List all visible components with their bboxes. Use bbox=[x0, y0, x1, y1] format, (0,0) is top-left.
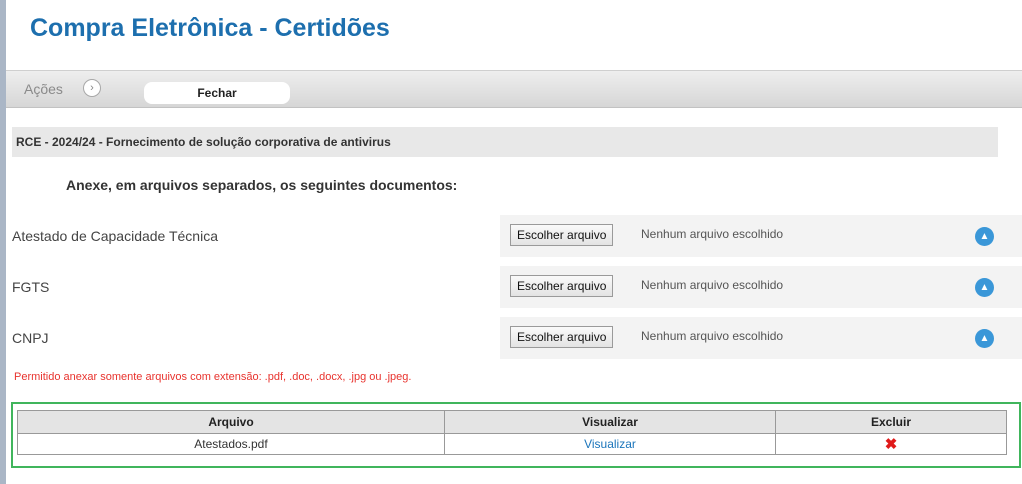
document-label: Atestado de Capacidade Técnica bbox=[12, 228, 218, 244]
actions-toolbar: Ações › Fechar bbox=[6, 70, 1022, 108]
upload-icon[interactable]: ▲ bbox=[975, 227, 994, 246]
document-label: CNPJ bbox=[12, 330, 49, 346]
page-title: Compra Eletrônica - Certidões bbox=[30, 14, 390, 42]
allowed-extensions-note: Permitido anexar somente arquivos com ex… bbox=[14, 371, 412, 383]
column-header-delete: Excluir bbox=[775, 410, 1007, 434]
document-label: FGTS bbox=[12, 279, 50, 295]
instructions-text: Anexe, em arquivos separados, os seguint… bbox=[66, 177, 458, 193]
delete-cell: ✖ bbox=[775, 433, 1007, 455]
file-input-area: Escolher arquivo Nenhum arquivo escolhid… bbox=[500, 317, 1022, 359]
close-button[interactable]: Fechar bbox=[144, 82, 290, 104]
actions-menu-label[interactable]: Ações bbox=[24, 81, 63, 97]
file-status-text: Nenhum arquivo escolhido bbox=[641, 329, 784, 343]
view-cell: Visualizar bbox=[444, 433, 776, 455]
table-header-row: Arquivo Visualizar Excluir bbox=[17, 410, 1007, 434]
file-status-text: Nenhum arquivo escolhido bbox=[641, 227, 784, 241]
attachments-table: Arquivo Visualizar Excluir Atestados.pdf… bbox=[17, 410, 1007, 455]
column-header-view: Visualizar bbox=[444, 410, 776, 434]
document-row-cnpj: CNPJ Escolher arquivo Nenhum arquivo esc… bbox=[12, 313, 1022, 359]
page: Compra Eletrônica - Certidões Ações › Fe… bbox=[6, 0, 1022, 484]
upload-icon[interactable]: ▲ bbox=[975, 278, 994, 297]
process-header-bar: RCE - 2024/24 - Fornecimento de solução … bbox=[12, 127, 998, 157]
attachments-panel: Arquivo Visualizar Excluir Atestados.pdf… bbox=[11, 402, 1021, 468]
file-input-area: Escolher arquivo Nenhum arquivo escolhid… bbox=[500, 215, 1022, 257]
column-header-file: Arquivo bbox=[17, 410, 445, 434]
view-link[interactable]: Visualizar bbox=[584, 437, 636, 451]
document-row-atestado: Atestado de Capacidade Técnica Escolher … bbox=[12, 211, 1022, 257]
file-status-text: Nenhum arquivo escolhido bbox=[641, 278, 784, 292]
process-title: RCE - 2024/24 - Fornecimento de solução … bbox=[16, 135, 391, 149]
chevron-right-icon[interactable]: › bbox=[83, 79, 101, 97]
upload-icon[interactable]: ▲ bbox=[975, 329, 994, 348]
choose-file-button[interactable]: Escolher arquivo bbox=[510, 275, 614, 297]
table-row: Atestados.pdf Visualizar ✖ bbox=[17, 433, 1007, 455]
choose-file-button[interactable]: Escolher arquivo bbox=[510, 326, 614, 348]
file-name-cell: Atestados.pdf bbox=[17, 433, 445, 455]
document-row-fgts: FGTS Escolher arquivo Nenhum arquivo esc… bbox=[12, 262, 1022, 308]
delete-icon[interactable]: ✖ bbox=[885, 436, 898, 453]
choose-file-button[interactable]: Escolher arquivo bbox=[510, 224, 614, 246]
file-input-area: Escolher arquivo Nenhum arquivo escolhid… bbox=[500, 266, 1022, 308]
